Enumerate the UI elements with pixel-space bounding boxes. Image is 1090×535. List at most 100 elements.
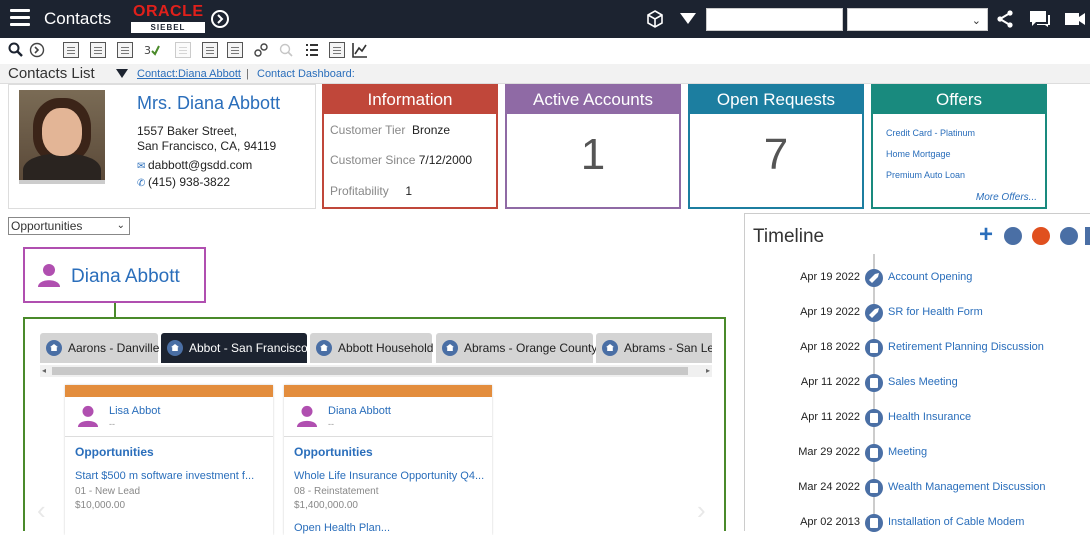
navigate-forward-icon[interactable] xyxy=(211,10,229,28)
breadcrumb-contact-link[interactable]: Contact:Diana Abbott xyxy=(137,68,241,80)
household-panel: Aarons - Danville Abbot - San Francisco … xyxy=(23,317,726,535)
search-input[interactable] xyxy=(706,8,843,31)
filter-accounts-icon[interactable] xyxy=(1032,227,1050,245)
customer-tier-row: Customer Tier Bronze xyxy=(330,123,450,137)
view-type-select[interactable]: Opportunities ⌄ xyxy=(8,217,130,235)
customer-since-value: 7/12/2000 xyxy=(418,153,473,167)
next-arrow-icon[interactable]: › xyxy=(697,495,706,526)
chevron-down-icon: ⌄ xyxy=(116,220,125,231)
checklist-icon[interactable] xyxy=(202,42,218,58)
chevron-down-icon: ⌄ xyxy=(971,15,981,27)
opportunities-heading: Opportunities xyxy=(294,445,373,459)
form-view-icon[interactable] xyxy=(329,42,345,58)
new-record-icon[interactable] xyxy=(90,42,106,58)
offer-link[interactable]: Credit Card - Platinum xyxy=(886,128,975,138)
view-selector-caret-icon[interactable] xyxy=(116,69,128,78)
scrollbar-thumb[interactable] xyxy=(52,367,688,375)
filter-documents-icon[interactable] xyxy=(1004,227,1022,245)
opportunity-link[interactable]: Open Health Plan... xyxy=(294,522,390,534)
member-name[interactable]: Diana Abbott xyxy=(328,405,391,417)
household-tab[interactable]: Abbott Household xyxy=(310,333,433,363)
member-card[interactable]: Lisa Abbot -- Opportunities Start $500 m… xyxy=(65,385,273,535)
contact-photo xyxy=(19,90,105,180)
contact-node-box[interactable]: Diana Abbott xyxy=(23,247,206,303)
app-title: Contacts xyxy=(44,9,112,28)
event-link[interactable]: SR for Health Form xyxy=(888,306,983,318)
scroll-left-icon[interactable]: ◂ xyxy=(42,366,46,375)
logo-siebel-text: SIEBEL xyxy=(131,22,205,33)
open-requests-tile[interactable]: Open Requests 7 xyxy=(688,84,864,209)
add-event-icon[interactable]: + xyxy=(979,221,993,249)
event-link[interactable]: Health Insurance xyxy=(888,411,971,423)
phone-icon: ✆ xyxy=(137,178,146,189)
search-scope-select[interactable]: ⌄ xyxy=(847,8,988,31)
query-icon[interactable] xyxy=(8,42,24,58)
more-offers-link[interactable]: More Offers... xyxy=(976,192,1037,203)
video-camera-icon[interactable] xyxy=(1064,11,1086,27)
member-name[interactable]: Lisa Abbot xyxy=(109,405,160,417)
event-link[interactable]: Sales Meeting xyxy=(888,376,958,388)
opportunity-link[interactable]: Whole Life Insurance Opportunity Q4... xyxy=(294,470,484,482)
copy-record-icon[interactable] xyxy=(117,42,133,58)
event-link[interactable]: Installation of Cable Modem xyxy=(888,516,1024,528)
list-view-icon[interactable] xyxy=(304,42,320,58)
event-date: Apr 11 2022 xyxy=(800,411,860,423)
link-icon[interactable] xyxy=(253,42,269,58)
contact-node-name: Diana Abbott xyxy=(71,266,180,287)
offer-link[interactable]: Home Mortgage xyxy=(886,149,951,159)
timeline-panel: Timeline + Apr 19 2022 Account Opening Apr… xyxy=(744,213,1090,532)
share-icon[interactable] xyxy=(996,10,1014,28)
event-link[interactable]: Account Opening xyxy=(888,271,972,283)
breadcrumb-dashboard-link[interactable]: Contact Dashboard: xyxy=(257,68,355,80)
opportunity-stage: 01 - New Lead xyxy=(75,486,141,497)
edit-record-icon[interactable] xyxy=(63,42,79,58)
household-icon xyxy=(167,340,183,356)
relationship-connector xyxy=(114,303,116,318)
household-tab[interactable]: Abrams - San Leandro xyxy=(596,333,712,363)
offer-link[interactable]: Premium Auto Loan xyxy=(886,170,965,180)
action-toolbar: 3 xyxy=(0,38,1090,64)
breadcrumb-bar: Contacts List Contact:Diana Abbott | Con… xyxy=(0,64,1090,84)
chart-view-icon[interactable] xyxy=(352,42,368,58)
contacts-list-title[interactable]: Contacts List xyxy=(8,65,95,82)
member-card[interactable]: Diana Abbott -- Opportunities Whole Life… xyxy=(284,385,492,535)
event-link[interactable]: Meeting xyxy=(888,446,927,458)
email-row[interactable]: ✉ dabbott@gsdd.com xyxy=(137,158,252,172)
validate-icon[interactable]: 3 xyxy=(144,42,160,58)
filter-more-icon[interactable] xyxy=(1085,227,1090,245)
dropdown-triangle-icon[interactable] xyxy=(680,13,696,24)
go-forward-icon[interactable] xyxy=(29,42,45,58)
chat-icon[interactable] xyxy=(1029,10,1051,28)
active-accounts-tile[interactable]: Active Accounts 1 xyxy=(505,84,681,209)
person-icon xyxy=(296,405,318,427)
cube-icon[interactable] xyxy=(645,9,665,29)
phone-row[interactable]: ✆ (415) 938-3822 xyxy=(137,175,230,189)
event-date: Apr 11 2022 xyxy=(800,376,860,388)
event-date: Mar 29 2022 xyxy=(798,446,860,458)
opportunity-amount: $1,400,000.00 xyxy=(294,500,358,511)
offers-title: Offers xyxy=(873,86,1045,114)
search-disabled-icon xyxy=(279,43,293,57)
document-icon xyxy=(865,514,883,532)
profitability-label: Profitability xyxy=(330,184,389,198)
hamburger-menu-icon[interactable] xyxy=(10,9,30,27)
household-tab[interactable]: Abrams - Orange County xyxy=(436,333,597,363)
opportunity-link[interactable]: Start $500 m software investment f... xyxy=(75,470,254,482)
logo-oracle-text: ORACLE xyxy=(133,3,204,20)
event-link[interactable]: Retirement Planning Discussion xyxy=(888,341,1044,353)
tabs-scrollbar[interactable]: ◂ ▸ xyxy=(40,365,712,377)
filter-service-icon[interactable] xyxy=(1060,227,1078,245)
document-icon xyxy=(865,374,883,392)
household-icon xyxy=(602,340,618,356)
household-tab-active[interactable]: Abbot - San Francisco xyxy=(161,333,308,363)
active-accounts-count: 1 xyxy=(580,130,606,179)
paste-icon[interactable] xyxy=(227,42,243,58)
event-link[interactable]: Wealth Management Discussion xyxy=(888,481,1046,493)
event-date: Apr 19 2022 xyxy=(800,271,860,283)
customer-tier-value: Bronze xyxy=(412,123,451,137)
event-date: Apr 18 2022 xyxy=(800,341,860,353)
scroll-right-icon[interactable]: ▸ xyxy=(706,366,710,375)
previous-arrow-icon[interactable]: ‹ xyxy=(37,495,46,526)
address-line-2: San Francisco, CA, 94119 xyxy=(137,139,277,153)
household-tab[interactable]: Aarons - Danville xyxy=(40,333,159,363)
